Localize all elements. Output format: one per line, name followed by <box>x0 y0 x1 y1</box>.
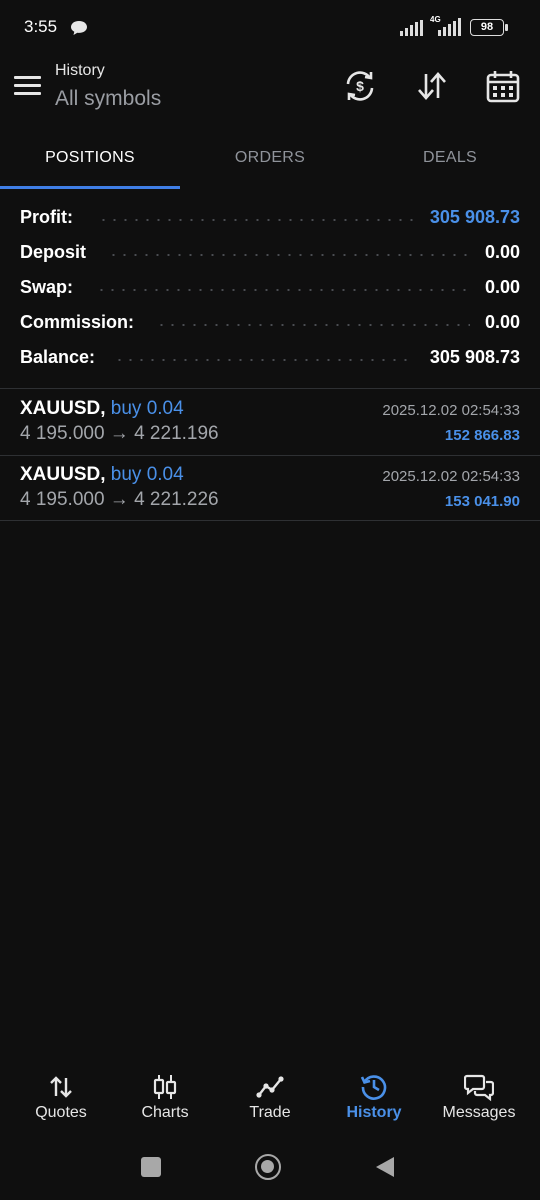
recent-apps-button[interactable] <box>141 1157 161 1177</box>
nav-history[interactable]: History <box>320 1060 428 1130</box>
summary-label: Balance: <box>20 347 96 367</box>
battery-level: 98 <box>480 21 494 33</box>
signal-strength-icon <box>438 18 461 36</box>
battery-icon: 98 <box>470 19 508 36</box>
system-navigation-bar <box>0 1140 540 1200</box>
history-icon <box>360 1075 387 1100</box>
dotted-leader <box>98 219 414 221</box>
svg-text:$: $ <box>356 78 364 94</box>
tab-deals[interactable]: DEALS <box>360 130 540 190</box>
symbol-filter[interactable]: All symbols <box>55 87 161 111</box>
nav-label: Charts <box>141 1104 189 1121</box>
summary-row-profit: Profit: 305 908.73 <box>0 200 540 235</box>
quotes-icon <box>50 1076 72 1098</box>
nav-label: Trade <box>249 1104 291 1121</box>
summary-value: 0.00 <box>484 277 520 297</box>
position-time: 2025.12.02 02:54:33 <box>382 468 520 485</box>
back-button[interactable] <box>372 1155 396 1179</box>
messages-icon <box>464 1074 494 1102</box>
dotted-leader <box>96 289 470 291</box>
app-header: History All symbols $ <box>0 56 540 120</box>
position-profit: 153 041.90 <box>444 493 520 510</box>
position-symbol: XAUUSD, buy 0.04 <box>20 398 184 419</box>
summary-row-swap: Swap: 0.00 <box>0 270 540 305</box>
summary-value: 0.00 <box>484 312 520 332</box>
nav-label: Quotes <box>35 1104 87 1121</box>
summary-label: Deposit <box>20 242 87 262</box>
position-profit: 152 866.83 <box>444 427 520 444</box>
menu-icon[interactable] <box>14 76 41 96</box>
chat-bubble-status-icon <box>71 21 87 35</box>
dotted-leader <box>156 324 470 326</box>
summary-row-deposit: Deposit 0.00 <box>0 235 540 270</box>
signal-strength-icon <box>400 20 423 36</box>
home-button[interactable] <box>255 1154 281 1180</box>
nav-label: Messages <box>442 1104 516 1121</box>
position-price: 4 195.000 → 4 221.226 <box>20 489 219 510</box>
nav-charts[interactable]: Charts <box>111 1060 219 1130</box>
calendar-icon[interactable] <box>485 68 521 104</box>
divider <box>0 520 540 521</box>
position-time: 2025.12.02 02:54:33 <box>382 402 520 419</box>
summary-label: Profit: <box>20 207 73 227</box>
currency-exchange-icon[interactable]: $ <box>342 68 378 104</box>
nav-messages[interactable]: Messages <box>425 1060 533 1130</box>
candles-icon <box>153 1075 177 1099</box>
summary-panel: Profit: 305 908.73 Deposit 0.00 Swap: 0.… <box>0 200 540 375</box>
position-row[interactable]: XAUUSD, buy 0.04 4 195.000 → 4 221.196 2… <box>0 390 540 454</box>
nav-trade[interactable]: Trade <box>216 1060 324 1130</box>
nav-label: History <box>346 1104 402 1121</box>
divider <box>0 388 540 389</box>
tab-positions[interactable]: POSITIONS <box>0 130 180 190</box>
active-tab-indicator <box>0 186 180 189</box>
position-side: buy 0.04 <box>110 398 184 419</box>
summary-value: 305 908.73 <box>429 207 520 227</box>
dotted-leader <box>114 359 414 361</box>
summary-row-commission: Commission: 0.00 <box>0 305 540 340</box>
status-time: 3:55 <box>24 17 58 36</box>
trade-line-icon <box>256 1076 284 1098</box>
bottom-navigation: Quotes Charts Trade History Messages <box>0 1060 540 1130</box>
position-price: 4 195.000 → 4 221.196 <box>20 423 219 444</box>
summary-label: Commission: <box>20 312 135 332</box>
summary-label: Swap: <box>20 277 74 297</box>
dotted-leader <box>108 254 470 256</box>
status-bar: 3:55 4G 98 <box>0 0 540 56</box>
nav-quotes[interactable]: Quotes <box>7 1060 115 1130</box>
position-symbol: XAUUSD, buy 0.04 <box>20 464 184 485</box>
tab-bar: POSITIONS ORDERS DEALS <box>0 130 540 190</box>
sort-icon[interactable] <box>414 68 450 104</box>
summary-value: 0.00 <box>484 242 520 262</box>
position-row[interactable]: XAUUSD, buy 0.04 4 195.000 → 4 221.226 2… <box>0 456 540 520</box>
position-side: buy 0.04 <box>110 464 184 485</box>
summary-row-balance: Balance: 305 908.73 <box>0 340 540 375</box>
tab-orders[interactable]: ORDERS <box>180 130 360 190</box>
page-title: History <box>55 62 105 79</box>
summary-value: 305 908.73 <box>429 347 520 367</box>
